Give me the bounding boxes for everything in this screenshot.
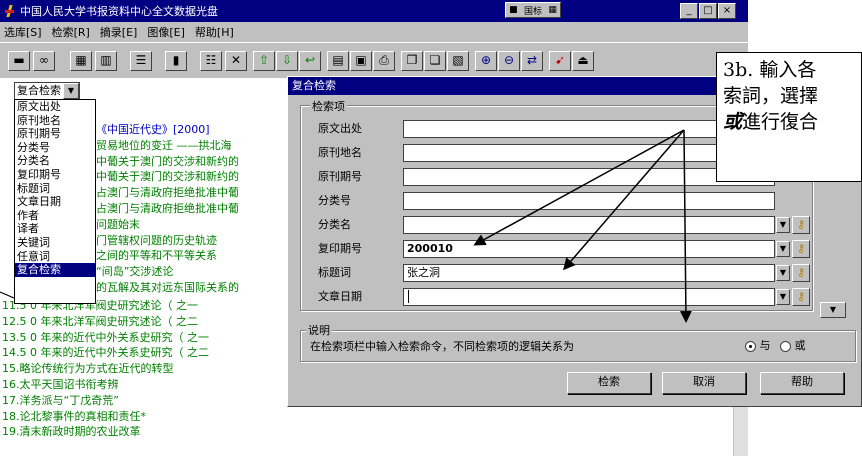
pointer-line xyxy=(0,291,15,299)
arrow-to-title-field xyxy=(563,129,685,271)
arrow-to-logic-note xyxy=(679,129,692,323)
arrow-to-issue-field xyxy=(473,129,685,246)
annotation-arrows xyxy=(0,129,692,323)
